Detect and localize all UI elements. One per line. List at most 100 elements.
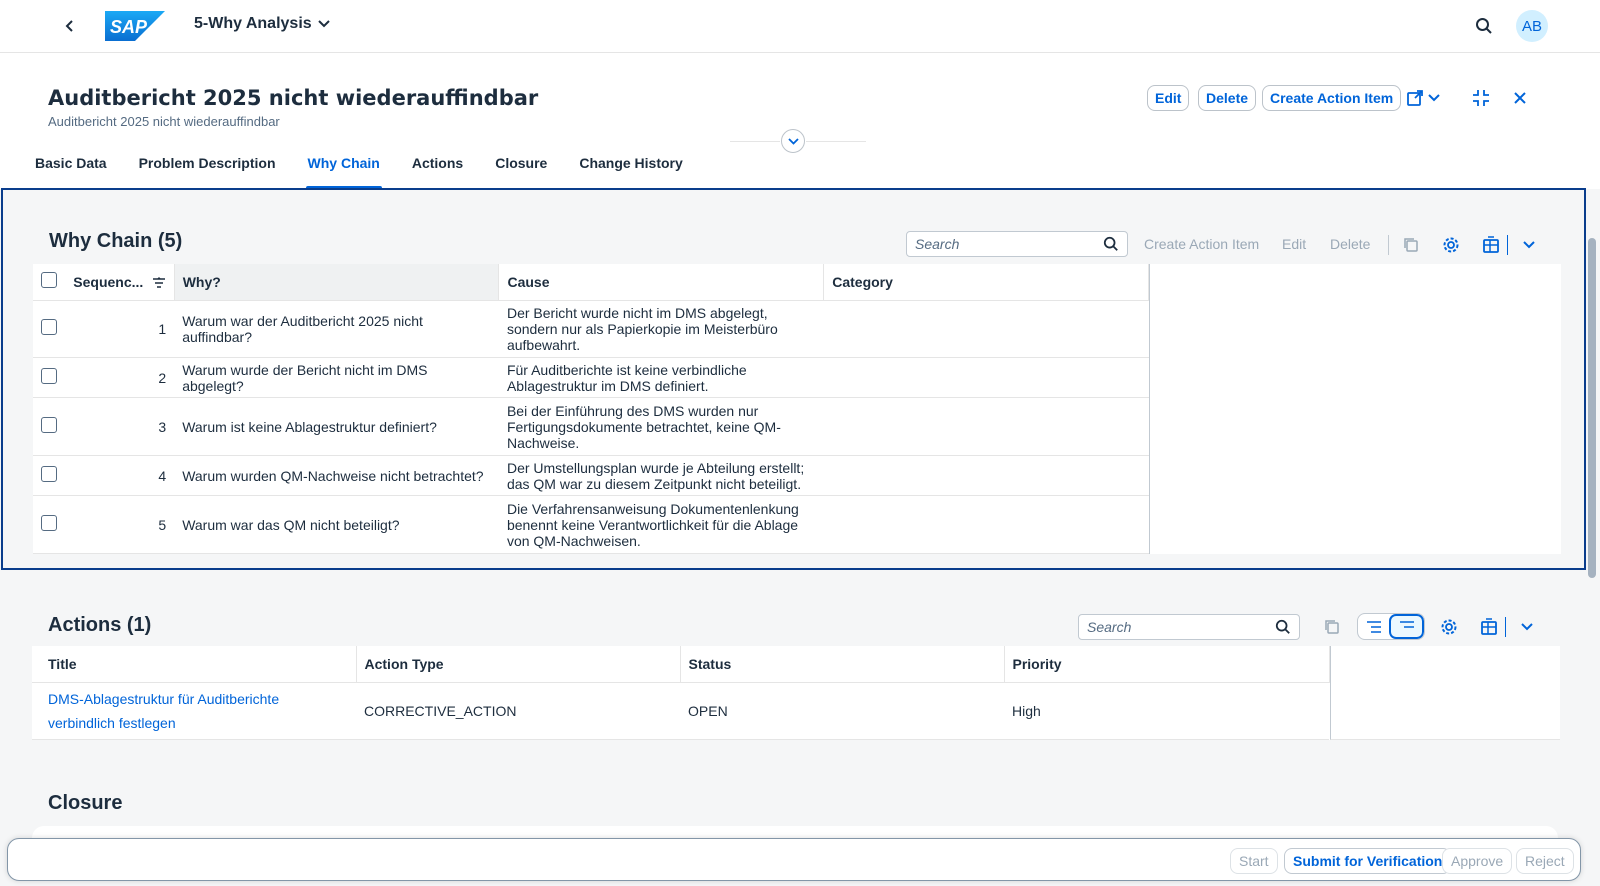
why-chain-table-wrapper: Sequenc... Why? Cause Category 1 Warum w… bbox=[33, 264, 1561, 554]
why-chain-title: Why Chain (5) bbox=[49, 230, 183, 252]
delete-button[interactable]: Delete bbox=[1198, 85, 1257, 111]
tab-actions[interactable]: Actions bbox=[412, 149, 463, 189]
tree-view-icon[interactable] bbox=[1358, 614, 1389, 639]
row-checkbox[interactable] bbox=[41, 515, 57, 532]
cause-cell: Der Umstellungsplan wurde je Abteilung e… bbox=[498, 455, 824, 497]
sequence-cell: 2 bbox=[65, 357, 175, 399]
table-row[interactable]: 4 Warum wurden QM-Nachweise nicht betrac… bbox=[33, 455, 1149, 497]
start-button[interactable]: Start bbox=[1230, 848, 1278, 874]
tab-problem-description[interactable]: Problem Description bbox=[139, 149, 276, 189]
column-header-sequence[interactable]: Sequenc... bbox=[65, 264, 175, 301]
row-checkbox[interactable] bbox=[41, 417, 57, 434]
why-cell: Warum war das QM nicht beteiligt? bbox=[174, 495, 499, 554]
collapse-header-button[interactable] bbox=[781, 129, 805, 153]
column-header-action-type[interactable]: Action Type bbox=[356, 646, 681, 683]
chevron-down-icon bbox=[787, 137, 799, 145]
table-row[interactable]: 2 Warum wurde der Bericht nicht im DMS a… bbox=[33, 357, 1149, 399]
category-cell bbox=[823, 300, 1149, 359]
cause-cell: Der Bericht wurde nicht im DMS abgelegt,… bbox=[498, 300, 824, 359]
select-all-checkbox[interactable] bbox=[41, 272, 57, 289]
avatar[interactable]: AB bbox=[1516, 10, 1548, 42]
column-header-category[interactable]: Category bbox=[823, 264, 1149, 301]
search-icon[interactable] bbox=[1472, 14, 1496, 38]
row-checkbox[interactable] bbox=[41, 319, 57, 336]
page-title: Auditbericht 2025 nicht wiederauffindbar bbox=[48, 86, 539, 110]
settings-gear-icon[interactable] bbox=[1439, 233, 1463, 257]
actions-search-input[interactable]: Search bbox=[1078, 614, 1300, 640]
title-cell: DMS-Ablagestruktur für Auditberichte ver… bbox=[32, 682, 356, 740]
edit-button[interactable]: Edit bbox=[1147, 85, 1190, 111]
table-row[interactable]: 3 Warum ist keine Ablagestruktur definie… bbox=[33, 397, 1149, 457]
approve-button[interactable]: Approve bbox=[1442, 848, 1513, 874]
scrollbar[interactable] bbox=[1588, 238, 1596, 578]
chevron-down-icon[interactable] bbox=[1517, 233, 1541, 257]
export-spreadsheet-icon[interactable] bbox=[1477, 615, 1501, 639]
page-subtitle: Auditbericht 2025 nicht wiederauffindbar bbox=[48, 114, 280, 129]
export-spreadsheet-icon[interactable] bbox=[1479, 233, 1503, 257]
tab-change-history[interactable]: Change History bbox=[579, 149, 682, 189]
row-select-cell bbox=[33, 357, 66, 399]
column-header-label: Sequenc... bbox=[73, 273, 144, 290]
create-action-item-button[interactable]: Create Action Item bbox=[1262, 85, 1402, 111]
divider bbox=[1388, 235, 1389, 255]
sort-ascending-icon bbox=[152, 277, 165, 288]
why-cell: Warum wurde der Bericht nicht im DMS abg… bbox=[174, 357, 499, 399]
column-header-title[interactable]: Title bbox=[32, 646, 357, 683]
copy-icon[interactable] bbox=[1320, 615, 1344, 639]
table-filler bbox=[1329, 646, 1560, 740]
copy-icon[interactable] bbox=[1399, 233, 1423, 257]
search-icon bbox=[1103, 236, 1118, 251]
why-cell: Warum war der Auditbericht 2025 nicht au… bbox=[174, 300, 499, 359]
row-select-cell bbox=[33, 455, 66, 497]
divider bbox=[1505, 617, 1506, 637]
cause-cell: Bei der Einführung des DMS wurden nur Fe… bbox=[498, 397, 824, 457]
why-chain-section: Why Chain (5) Search Create Action Item … bbox=[1, 188, 1586, 570]
settings-gear-icon[interactable] bbox=[1437, 615, 1461, 639]
view-toggle bbox=[1357, 613, 1425, 640]
row-checkbox[interactable] bbox=[41, 368, 57, 385]
share-menu-button[interactable] bbox=[1406, 87, 1440, 109]
tab-basic-data[interactable]: Basic Data bbox=[35, 149, 107, 189]
search-icon bbox=[1275, 619, 1290, 634]
search-placeholder: Search bbox=[1087, 619, 1132, 635]
exit-fullscreen-icon[interactable] bbox=[1472, 87, 1490, 109]
table-row[interactable]: 1 Warum war der Auditbericht 2025 nicht … bbox=[33, 300, 1149, 359]
divider bbox=[806, 141, 866, 142]
why-cell: Warum wurden QM-Nachweise nicht betracht… bbox=[174, 455, 499, 497]
sequence-cell: 5 bbox=[65, 495, 175, 554]
submit-for-verification-button[interactable]: Submit for Verification bbox=[1284, 848, 1452, 874]
action-title-link[interactable]: DMS-Ablagestruktur für Auditberichte ver… bbox=[48, 691, 279, 731]
sequence-cell: 4 bbox=[65, 455, 175, 497]
edit-button[interactable]: Edit bbox=[1282, 236, 1306, 252]
table-row[interactable]: DMS-Ablagestruktur für Auditberichte ver… bbox=[32, 682, 1329, 740]
tab-closure[interactable]: Closure bbox=[495, 149, 547, 189]
column-header-cause[interactable]: Cause bbox=[498, 264, 825, 301]
why-chain-search-input[interactable]: Search bbox=[906, 231, 1128, 257]
cause-cell: Die Verfahrensanweisung Dokumentenlenkun… bbox=[498, 495, 824, 554]
close-icon[interactable] bbox=[1513, 87, 1527, 109]
actions-table: Title Action Type Status Priority DMS-Ab… bbox=[32, 646, 1330, 740]
category-cell bbox=[823, 357, 1149, 399]
sequence-cell: 1 bbox=[65, 300, 175, 359]
flat-view-icon[interactable] bbox=[1389, 614, 1424, 639]
table-row[interactable]: 5 Warum war das QM nicht beteiligt? Die … bbox=[33, 495, 1149, 554]
create-action-item-button[interactable]: Create Action Item bbox=[1144, 236, 1259, 252]
category-cell bbox=[823, 397, 1149, 457]
closure-title: Closure bbox=[48, 792, 123, 814]
chevron-down-icon[interactable] bbox=[1515, 615, 1539, 639]
app-title-menu[interactable]: 5-Why Analysis bbox=[194, 15, 330, 33]
tab-why-chain[interactable]: Why Chain bbox=[305, 149, 383, 189]
column-header-status[interactable]: Status bbox=[680, 646, 1005, 683]
column-header-why[interactable]: Why? bbox=[174, 264, 500, 301]
table-filler bbox=[1149, 264, 1561, 554]
chevron-down-icon bbox=[317, 20, 330, 28]
row-checkbox[interactable] bbox=[41, 466, 57, 483]
sap-logo[interactable]: SAP bbox=[105, 11, 165, 41]
delete-button[interactable]: Delete bbox=[1330, 236, 1370, 252]
shell-bar: SAP 5-Why Analysis AB bbox=[0, 0, 1600, 53]
column-header-priority[interactable]: Priority bbox=[1004, 646, 1330, 683]
reject-button[interactable]: Reject bbox=[1516, 848, 1574, 874]
back-icon[interactable] bbox=[58, 14, 82, 38]
category-cell bbox=[823, 455, 1149, 497]
chevron-down-icon bbox=[1428, 94, 1440, 102]
